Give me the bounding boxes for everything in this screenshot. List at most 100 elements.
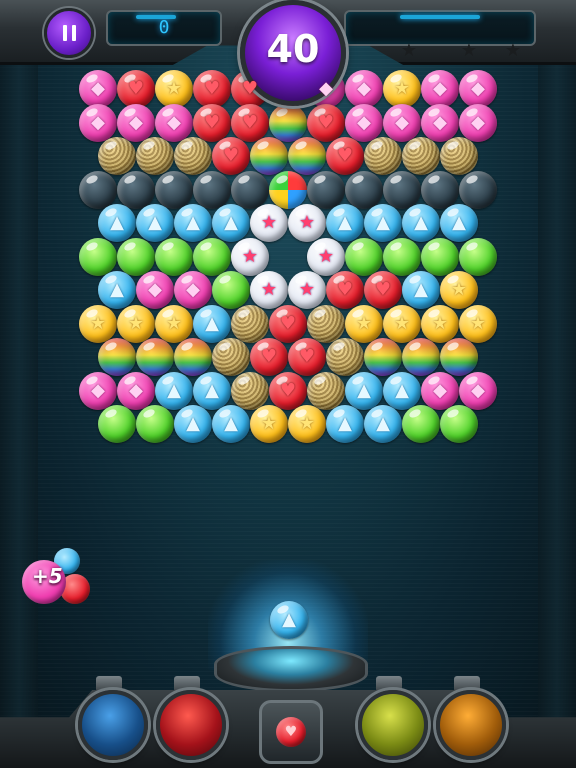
blue-bubble: ▲	[174, 405, 212, 443]
triangle-icon: ▲	[357, 379, 371, 401]
diamond-icon: ◆	[91, 379, 105, 401]
booster-yellow[interactable]	[358, 690, 428, 760]
diamond-icon: ◆	[129, 111, 143, 133]
diamond-icon: ◆	[91, 78, 105, 99]
dark-bubble	[155, 170, 193, 209]
star-icon: ★	[469, 312, 487, 334]
heart-icon: ♥	[374, 279, 392, 300]
top-hud: 0 ★ ★ ★ 40	[0, 0, 576, 106]
gold-bubble	[98, 137, 136, 175]
booster-blue[interactable]	[78, 690, 148, 760]
rainbow-bubble	[402, 338, 440, 376]
red-bubble: ♥	[269, 371, 307, 410]
star-icon-3: ★	[504, 40, 522, 61]
diamond-icon: ◆	[433, 379, 447, 401]
star-icon-2: ★	[460, 40, 478, 61]
booster-orange[interactable]	[436, 690, 506, 760]
pink-bubble: ◆	[459, 103, 497, 142]
pink-bubble: ◆	[345, 103, 383, 142]
progress-panel-glow	[400, 15, 480, 19]
triangle-icon: ▲	[205, 379, 219, 401]
dark-bubble	[345, 170, 383, 209]
pink-bubble: ◆	[155, 103, 193, 142]
pause-icon	[62, 25, 76, 41]
pink-bubble: ◆	[421, 371, 459, 410]
yellow-bubble: ★	[79, 304, 117, 343]
blue-bubble: ▲	[402, 204, 440, 242]
pink-bubble: ◆	[136, 271, 174, 309]
pause-button[interactable]	[44, 8, 94, 58]
blue-bubble: ▲	[212, 204, 250, 242]
heart-icon: ♥	[336, 279, 354, 300]
heart-icon: ♥	[260, 346, 278, 367]
star-icon: ★	[241, 245, 259, 267]
gold-bubble	[364, 137, 402, 175]
triangle-icon: ▲	[224, 212, 238, 233]
gold-bubble	[440, 137, 478, 175]
triangle-icon: ▲	[205, 312, 219, 334]
dark-bubble	[117, 170, 155, 209]
yellow-bubble: ★	[421, 304, 459, 343]
diamond-icon: ◆	[148, 279, 162, 300]
gold-bubble	[307, 304, 345, 343]
blue-bubble: ▲	[98, 271, 136, 309]
blue-bubble: ▲	[383, 371, 421, 410]
triangle-icon: ▲	[395, 379, 409, 401]
blue-bubble: ▲	[212, 405, 250, 443]
yellow-bubble: ★	[459, 304, 497, 343]
star-bubble: ★	[250, 204, 288, 242]
yellow-bubble: ★	[383, 304, 421, 343]
swap-bubble-button[interactable]: ♥	[259, 700, 323, 764]
pink-bubble: ◆	[421, 103, 459, 142]
green-bubble	[383, 237, 421, 276]
bonus-moves-powerup[interactable]: +5	[18, 548, 98, 612]
heart-icon: ♥	[241, 111, 259, 133]
triangle-icon: ▲	[414, 279, 428, 300]
rainbow-bubble	[250, 137, 288, 175]
star-icon: ★	[431, 312, 449, 334]
pink-bubble: ◆	[383, 103, 421, 142]
current-bubble[interactable]: ▲	[270, 601, 308, 639]
heart-icon: ♥	[279, 379, 297, 401]
blue-bubble: ▲	[326, 405, 364, 443]
rainbow-bubble	[288, 137, 326, 175]
heart-icon: ♥	[336, 145, 354, 166]
diamond-icon: ◆	[471, 111, 485, 133]
gold-bubble	[326, 338, 364, 376]
diamond-icon: ◆	[357, 111, 371, 133]
star-icon: ★	[127, 312, 145, 334]
red-bubble: ♥	[212, 137, 250, 175]
dark-bubble	[383, 170, 421, 209]
gold-bubble	[307, 371, 345, 410]
blue-bubble: ▲	[174, 204, 212, 242]
star-icon: ★	[260, 212, 278, 233]
multi-bubble	[269, 170, 307, 209]
triangle-icon: ▲	[452, 212, 466, 233]
yellow-bubble: ★	[288, 405, 326, 443]
dark-bubble	[459, 170, 497, 209]
triangle-icon: ▲	[376, 212, 390, 233]
red-bubble: ♥	[250, 338, 288, 376]
red-bubble: ♥	[269, 304, 307, 343]
blue-bubble: ▲	[326, 204, 364, 242]
blue-bubble: ▲	[364, 405, 402, 443]
triangle-icon: ▲	[148, 212, 162, 233]
green-bubble	[459, 237, 497, 276]
diamond-icon: ◆	[471, 78, 485, 99]
heart-icon: ♥	[284, 724, 298, 740]
score-value: 0	[158, 17, 170, 38]
red-bubble: ♥	[307, 103, 345, 142]
triangle-icon: ▲	[110, 279, 124, 300]
triangle-icon: ▲	[186, 413, 200, 434]
pink-bubble: ◆	[117, 371, 155, 410]
booster-red[interactable]	[156, 690, 226, 760]
game-board[interactable]: ◆ ♥ ★ ♥ ♥ ◆ ◆ ★ ◆ ◆ ◆ ◆ ◆ ♥ ♥ ♥ ◆ ◆ ◆ ◆ ♥ ♥ ▲ ▲ ▲ ▲ ★ ★ ▲ ▲ ▲ ▲ ★ ★ ▲ ◆ ◆ ★ ★ ♥…	[0, 0, 576, 768]
triangle-icon: ▲	[414, 212, 428, 233]
rainbow-bubble	[364, 338, 402, 376]
pink-bubble: ◆	[117, 103, 155, 142]
blue-bubble: ▲	[136, 204, 174, 242]
blue-bubble: ▲	[155, 371, 193, 410]
dark-bubble	[193, 170, 231, 209]
heart-icon: ♥	[241, 78, 259, 99]
gold-bubble	[402, 137, 440, 175]
